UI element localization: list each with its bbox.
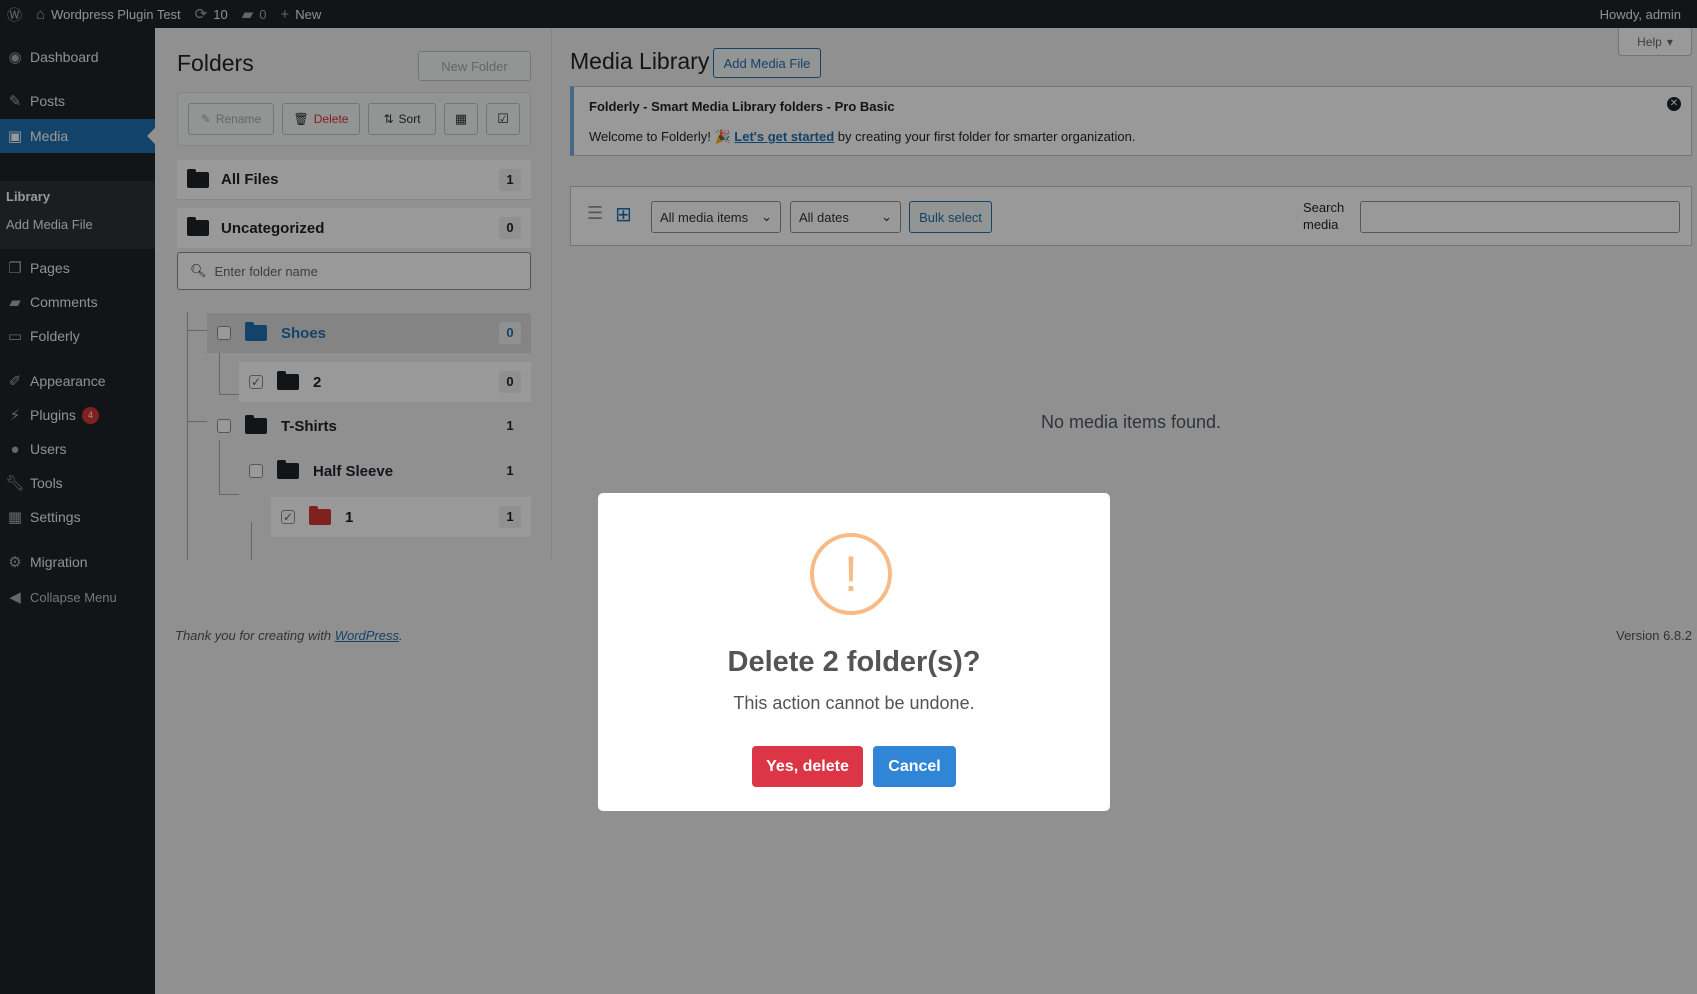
delete-confirm-dialog: ! Delete 2 folder(s)? This action cannot… — [598, 493, 1110, 811]
dialog-title: Delete 2 folder(s)? — [727, 646, 981, 678]
confirm-delete-button[interactable]: Yes, delete — [752, 746, 863, 787]
cancel-button[interactable]: Cancel — [873, 746, 956, 787]
warning-icon: ! — [810, 533, 892, 615]
dialog-text: This action cannot be undone. — [733, 693, 975, 713]
